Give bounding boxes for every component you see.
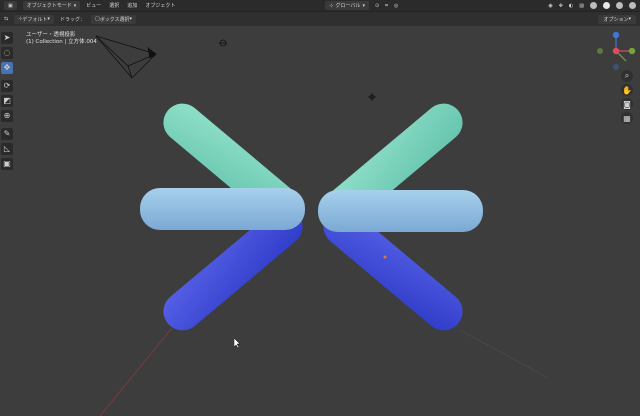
x-axis-button[interactable] <box>612 47 620 55</box>
shading-material-icon[interactable] <box>616 2 623 9</box>
light-object[interactable] <box>219 39 227 47</box>
transform-icon: ⊕ <box>3 111 11 120</box>
chevron-down-icon: ▾ <box>362 2 365 9</box>
mode-dropdown[interactable]: オブジェクトモード ▾ <box>22 1 81 10</box>
options-label: オプション <box>603 16 629 23</box>
cursor-tool[interactable]: ◌ <box>1 47 13 59</box>
move-icon: ✥ <box>3 63 11 72</box>
neg-z-axis-button[interactable] <box>613 64 619 70</box>
left-toolbar: ➤ ◌ ✥ ⟳ ◩ ⊕ ✎ ◺ ▣ <box>1 32 14 170</box>
neg-y-axis-button[interactable] <box>597 48 603 54</box>
cursor-select-icon: ➤ <box>3 33 11 42</box>
global-axes-icon: ⊹ <box>329 2 334 9</box>
view-title: ユーザー・透視投影 <box>26 32 76 38</box>
measure-tool[interactable]: ◺ <box>1 143 13 155</box>
visibility-icon[interactable]: ◉ <box>548 3 552 9</box>
header-menu: ビュー 選択 追加 オブジェクト <box>86 0 175 12</box>
rotate-tool[interactable]: ⟳ <box>1 80 13 92</box>
lasso-icon: ◌ <box>3 48 11 57</box>
pan-icon[interactable]: ⇆ <box>4 16 8 22</box>
add-cube-icon: ▣ <box>3 159 11 168</box>
floor-line <box>459 329 549 379</box>
grid-icon: ▦ <box>623 113 631 123</box>
transform-orientation-dropdown[interactable]: ⊹ グローバル ▾ <box>325 1 369 10</box>
right-petal-group[interactable] <box>316 96 483 338</box>
header-bar: ▣ オブジェクトモード ▾ ビュー 選択 追加 オブジェクト ⊹ グローバル ▾… <box>0 0 640 12</box>
menu-object[interactable]: オブジェクト <box>145 2 175 9</box>
tool-settings-bar: ⇆ ⊹ デフォルト ▾ ドラッグ： ▢ ボックス選択 ▾ オプション ▾ <box>0 12 640 26</box>
select-tool[interactable]: ➤ <box>1 32 13 44</box>
hand-icon: ✋ <box>622 85 632 95</box>
left-petal-group[interactable] <box>140 96 310 338</box>
shading-wireframe-icon[interactable] <box>590 2 597 9</box>
shading-rendered-icon[interactable] <box>629 2 636 9</box>
options-dropdown[interactable]: オプション ▾ <box>598 14 636 24</box>
navigation-buttons: ⌕ ✋ ◙ ▦ <box>621 70 633 124</box>
navigation-gizmo[interactable] <box>593 28 639 74</box>
transform-tool[interactable]: ⊕ <box>1 110 13 122</box>
annotate-icon: ✎ <box>3 129 11 138</box>
mode-label: オブジェクトモード <box>26 3 72 9</box>
ortho-toggle-button[interactable]: ▦ <box>621 112 633 124</box>
object-origin <box>383 255 387 259</box>
select-mode-label: ボックス選択 <box>99 16 130 23</box>
pivot-icon[interactable]: ⊙ <box>375 3 379 9</box>
viewport-editor-icon: ▣ <box>8 2 13 9</box>
mouse-cursor-icon <box>234 338 241 348</box>
rotate-icon: ⟳ <box>3 81 11 90</box>
camera-object[interactable] <box>95 35 158 79</box>
transform-label: グローバル <box>335 3 361 9</box>
scale-icon: ◩ <box>3 96 11 105</box>
orientation-dropdown[interactable]: ⊹ デフォルト ▾ <box>14 14 54 24</box>
3d-viewport[interactable] <box>0 26 640 416</box>
menu-view[interactable]: ビュー <box>86 2 101 9</box>
shading-solid-icon[interactable] <box>603 2 610 9</box>
chevron-down-icon: ▾ <box>47 16 50 22</box>
add-cube-tool[interactable]: ▣ <box>1 158 13 170</box>
collection-label: (1) Collection | 立方体.004 <box>26 39 97 45</box>
viewport-info: ユーザー・透視投影 (1) Collection | 立方体.004 <box>26 32 97 46</box>
right-light-petal[interactable] <box>318 190 483 232</box>
select-mode-dropdown[interactable]: ▢ ボックス選択 ▾ <box>90 14 137 24</box>
pan-button[interactable]: ✋ <box>621 84 633 96</box>
left-light-petal[interactable] <box>140 188 305 230</box>
chevron-down-icon: ▾ <box>73 2 77 9</box>
drag-label: ドラッグ： <box>59 16 85 23</box>
orientation-label: デフォルト <box>22 16 48 23</box>
z-axis-button[interactable] <box>612 31 620 39</box>
zoom-icon: ⌕ <box>624 71 630 80</box>
proportional-edit-icon[interactable]: ◎ <box>394 3 398 9</box>
gizmo-toggle-icon[interactable]: ✥ <box>559 3 563 9</box>
scale-tool[interactable]: ◩ <box>1 95 13 107</box>
menu-add[interactable]: 追加 <box>127 2 137 9</box>
menu-select[interactable]: 選択 <box>109 2 119 9</box>
overlay-icon[interactable]: ◐ <box>569 3 573 9</box>
camera-view-button[interactable]: ◙ <box>621 98 633 110</box>
move-tool[interactable]: ✥ <box>1 62 13 74</box>
chevron-down-icon: ▾ <box>628 16 631 22</box>
editor-type-button[interactable]: ▣ <box>4 1 17 10</box>
zoom-button[interactable]: ⌕ <box>621 70 633 82</box>
measure-icon: ◺ <box>3 144 11 153</box>
annotate-tool[interactable]: ✎ <box>1 128 13 140</box>
chevron-down-icon: ▾ <box>129 16 133 22</box>
y-axis-button[interactable] <box>628 47 636 55</box>
xray-icon[interactable]: ▨ <box>579 3 584 9</box>
x-axis-line <box>99 327 173 416</box>
camera-icon: ◙ <box>623 99 631 109</box>
light-object-2[interactable] <box>368 93 376 101</box>
snap-icon[interactable]: ⌗ <box>385 3 388 9</box>
